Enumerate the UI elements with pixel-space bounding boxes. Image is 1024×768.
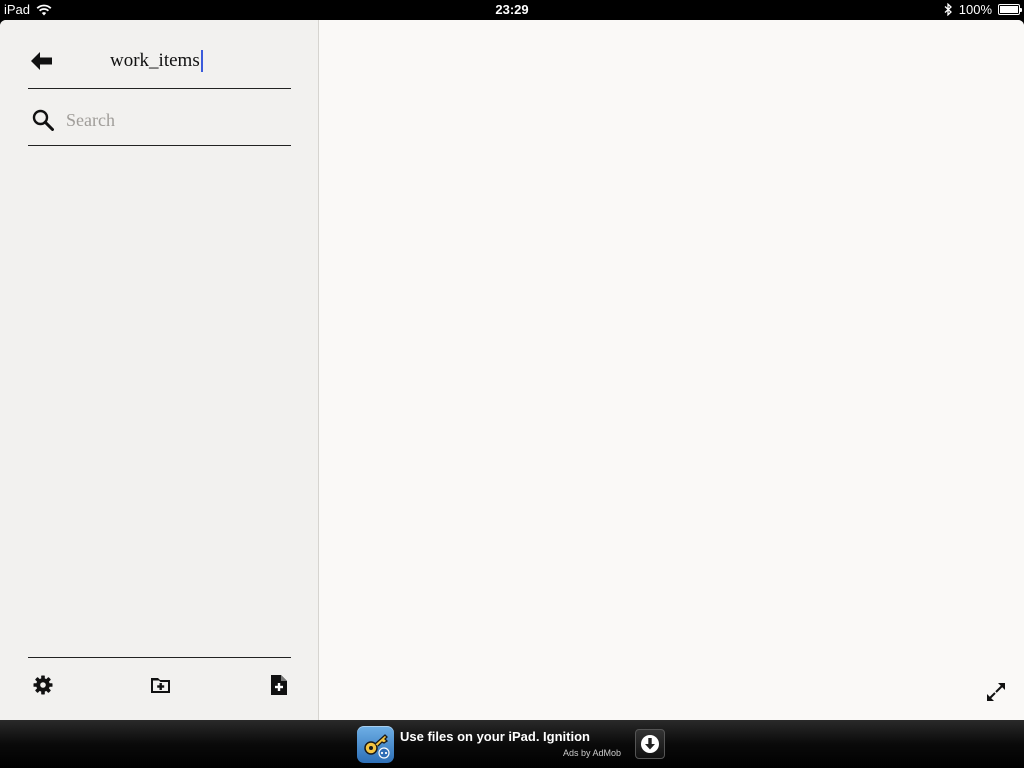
folder-plus-icon	[151, 678, 170, 693]
folder-name: work_items	[110, 50, 200, 71]
status-bar: iPad 23:29 100%	[0, 0, 1024, 20]
device-name: iPad	[4, 2, 31, 17]
battery-level	[1000, 6, 1018, 13]
download-icon	[641, 735, 659, 753]
ignition-app-icon	[357, 726, 394, 763]
arrow-left-icon	[31, 52, 52, 70]
new-folder-button[interactable]	[149, 673, 173, 697]
search-bar	[28, 98, 291, 146]
folder-header: work_items	[28, 42, 291, 89]
fullscreen-button[interactable]	[984, 680, 1008, 704]
status-right: 100%	[944, 2, 1022, 17]
expand-icon	[987, 683, 1005, 701]
ad-attribution: Ads by AdMob	[563, 748, 622, 758]
battery-percent: 100%	[958, 2, 992, 17]
settings-button[interactable]	[31, 673, 55, 697]
ad-banner[interactable]: Use files on your iPad. Ignition Ads by …	[0, 720, 1024, 768]
key-icon	[363, 733, 390, 759]
back-button[interactable]	[28, 50, 56, 72]
file-plus-icon	[271, 675, 287, 695]
status-left: iPad	[4, 2, 52, 17]
search-icon	[32, 109, 54, 131]
battery-icon	[998, 4, 1022, 15]
ad-text: Use files on your iPad. Ignition	[400, 729, 590, 744]
app-window: work_items	[0, 20, 1024, 720]
sidebar: work_items	[0, 20, 319, 720]
ad-content[interactable]: Use files on your iPad. Ignition Ads by …	[357, 726, 667, 764]
status-time: 23:29	[495, 2, 529, 17]
wifi-icon	[36, 4, 52, 15]
bottom-toolbar	[28, 657, 291, 707]
bluetooth-icon	[944, 3, 952, 16]
ad-download-button[interactable]	[635, 729, 665, 759]
editor-pane[interactable]	[320, 20, 1024, 720]
text-caret	[200, 50, 203, 72]
search-input[interactable]	[64, 106, 284, 134]
file-list	[28, 146, 291, 656]
folder-name-field[interactable]: work_items	[110, 50, 203, 72]
gear-icon	[33, 675, 53, 695]
new-file-button[interactable]	[267, 673, 291, 697]
